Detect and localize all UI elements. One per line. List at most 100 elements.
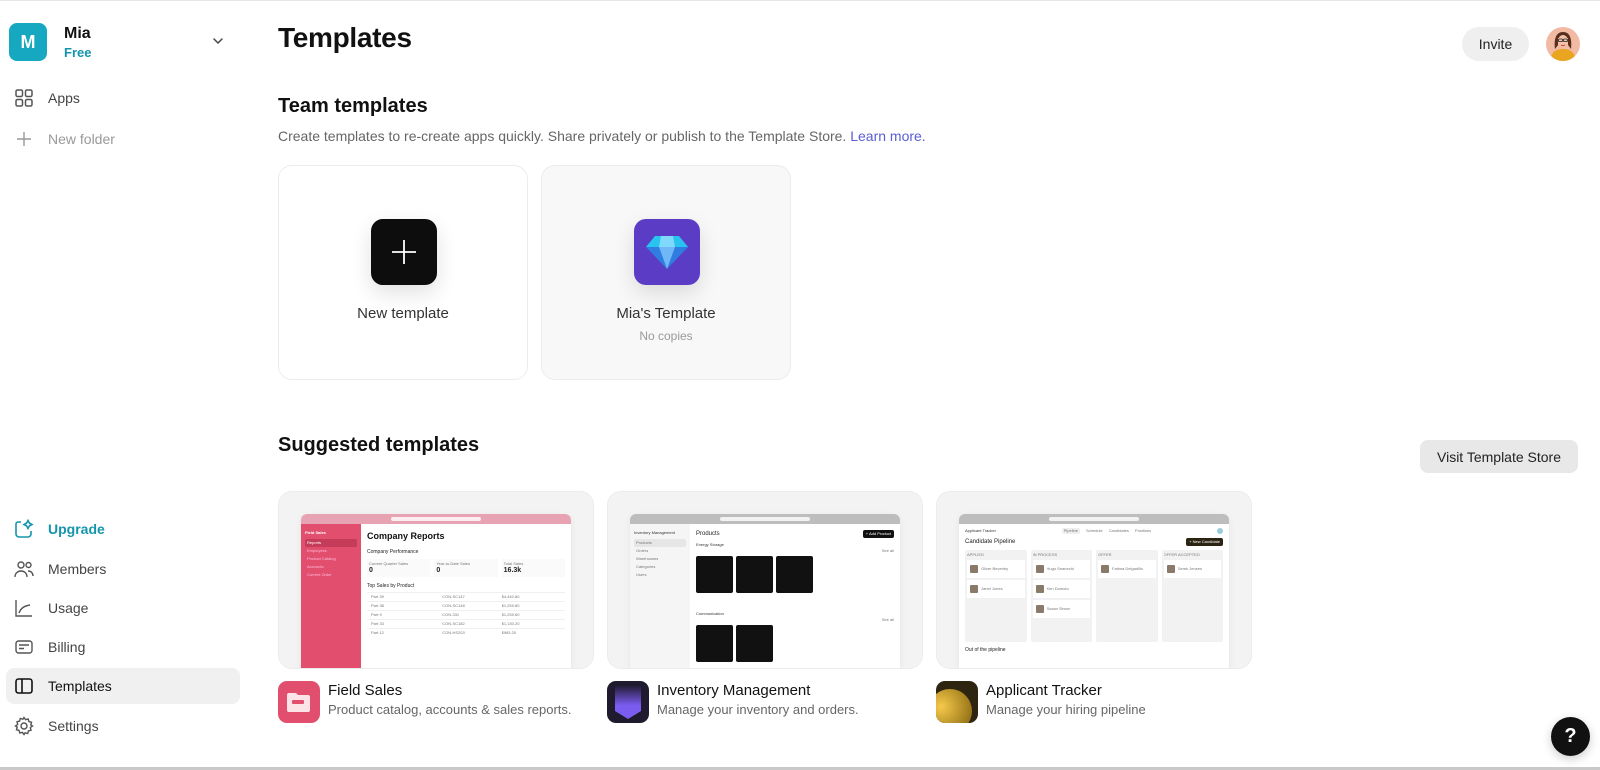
card-label: Mia's Template (616, 305, 716, 322)
preview-table-cell: $1,130.20 (501, 621, 520, 626)
suggested-templates-title: Suggested templates (278, 434, 480, 456)
preview-section: Company Performance (367, 549, 419, 555)
preview-title: Company Reports (367, 531, 445, 541)
suggested-item-field-sales[interactable]: Field Sales Product catalog, accounts & … (278, 681, 572, 723)
sidebar-item-apps[interactable]: Apps (6, 80, 240, 116)
sidebar-item-templates[interactable]: Templates (6, 668, 240, 704)
sidebar-item-label: Upgrade (48, 521, 105, 537)
invite-button[interactable]: Invite (1462, 27, 1529, 61)
preview-tab: Positions (1134, 528, 1152, 533)
sidebar-item-upgrade[interactable]: Upgrade (6, 511, 240, 547)
stat-value: 16.3k (503, 567, 522, 574)
suggested-card-applicant-tracker[interactable]: Applicant Tracker Pipeline Schedule Candid… (936, 491, 1252, 669)
pipeline-column: OFFER Fatima Delgadillo (1096, 550, 1158, 642)
sidebar-item-usage[interactable]: Usage (6, 590, 240, 626)
preview-tab: Candidates (1108, 528, 1129, 533)
candidate-avatar (1035, 605, 1044, 613)
learn-more-link[interactable]: Learn more. (850, 128, 925, 144)
preview-table-title: Top Sales by Product (367, 583, 415, 589)
book-open-icon (14, 676, 34, 696)
preview-nav: Users (636, 572, 647, 577)
sidebar-item-label: Members (48, 561, 107, 577)
preview-table-cell: CON-SC148 (442, 603, 465, 608)
new-template-card[interactable]: New template (278, 165, 528, 380)
pipeline-column-title: OFFER (1098, 552, 1112, 557)
upgrade-sparkle-icon (14, 519, 34, 539)
preview-nav: Warehouses (636, 556, 659, 561)
sidebar-item-billing[interactable]: Billing (6, 629, 240, 665)
team-plan: Free (64, 44, 92, 60)
pipeline-column-title: IN PROCESS (1032, 552, 1058, 557)
candidate-name: Susan Simon (1046, 606, 1071, 611)
user-avatar[interactable] (1546, 27, 1580, 61)
chart-line-icon (14, 598, 34, 618)
candidate-avatar (970, 585, 978, 593)
stat-value: 0 (436, 567, 441, 574)
preview-table-row: Part 33 CON-SC182 $1,130.20 (367, 619, 565, 628)
preview-title: Candidate Pipeline (965, 539, 1016, 545)
candidate-card: Fatima Delgadillo (1098, 560, 1156, 578)
suggested-item-inventory-management[interactable]: Inventory Management Manage your invento… (607, 681, 859, 723)
team-switcher[interactable]: M Mia Free (9, 22, 239, 62)
preview-avatar (1217, 528, 1223, 534)
preview-nav: Product Catalog (307, 556, 336, 561)
preview-see-all: See all (881, 548, 894, 553)
grid-icon (14, 88, 34, 108)
suggested-card-inventory-management[interactable]: Inventory Management Products Orders War… (607, 491, 923, 669)
preview-pipeline: APPLIED Oliver Beverley Janet Jones IN PROC… (965, 550, 1223, 642)
pipeline-column: OFFER ACCEPTED Derek Jensen (1161, 550, 1223, 642)
sidebar-item-label: Usage (48, 600, 89, 616)
help-button[interactable]: ? (1551, 717, 1590, 756)
preview-table-cell: Part 38 (371, 603, 384, 608)
page-title: Templates (278, 22, 412, 53)
template-name: Applicant Tracker (986, 682, 1102, 699)
team-avatar: M (9, 23, 47, 61)
pipeline-column: IN PROCESS Hugo Seanechi Ken Domoto Susan S… (1030, 550, 1092, 642)
sun-icon (936, 681, 978, 723)
suggested-item-applicant-tracker[interactable]: Applicant Tracker Manage your hiring pip… (936, 681, 1146, 723)
candidate-avatar (1035, 585, 1044, 593)
product-image (776, 556, 813, 593)
preview-add-button: + Add Product (862, 530, 894, 538)
preview-table-cell: Part 33 (371, 621, 384, 626)
template-description: Manage your hiring pipeline (986, 702, 1146, 717)
gear-icon (14, 716, 34, 736)
card-copies: No copies (639, 329, 693, 343)
preview-tab: Pipeline (1061, 528, 1080, 534)
candidate-name: Derek Jensen (1177, 566, 1203, 571)
candidate-avatar (1101, 565, 1109, 573)
preview-see-all: See all (881, 617, 894, 622)
members-icon (14, 559, 34, 579)
candidate-card: Hugo Seanechi (1032, 560, 1090, 578)
preview-table-cell: CON-HS203 (442, 630, 465, 635)
preview-add-button: + New Candidate (1186, 538, 1223, 546)
preview-nav: Categories (636, 564, 656, 569)
preview-table-cell: Part 9 (371, 612, 382, 617)
description-text: Create templates to re-create apps quick… (278, 128, 847, 144)
preview-table-row: Part 39 CON-SC147 $4,440.80 (367, 592, 565, 601)
sidebar-item-new-folder[interactable]: New folder (6, 121, 240, 157)
preview-table-row: Part 38 CON-SC148 $1,259.80 (367, 601, 565, 610)
team-templates-description: Create templates to re-create apps quick… (278, 128, 926, 144)
suggested-card-field-sales[interactable]: Field Sales Reports Employees Product Ca… (278, 491, 594, 669)
sidebar-item-settings[interactable]: Settings (6, 708, 240, 744)
product-image (696, 556, 733, 593)
credit-card-icon (14, 637, 34, 657)
pipeline-column: APPLIED Oliver Beverley Janet Jones (965, 550, 1027, 642)
template-name: Inventory Management (657, 682, 811, 699)
preview-table-row: Part 12 CON-HS203 $983.20 (367, 628, 565, 637)
template-preview: Applicant Tracker Pipeline Schedule Candid… (959, 514, 1229, 668)
product-image (696, 625, 733, 662)
product-image (736, 625, 773, 662)
template-card-mias-template[interactable]: Mia's Template No copies (541, 165, 791, 380)
candidate-card: Oliver Beverley (967, 560, 1025, 578)
visit-template-store-button[interactable]: Visit Template Store (1420, 440, 1578, 473)
sidebar: M Mia Free Apps New folder Upgrade Membe… (0, 0, 245, 767)
pipeline-column-title: OFFER ACCEPTED (1163, 552, 1200, 557)
sidebar-item-members[interactable]: Members (6, 551, 240, 587)
preview-nav: Employees (307, 548, 327, 553)
preview-tab: Schedule (1085, 528, 1103, 533)
candidate-name: Oliver Beverley (981, 566, 1009, 571)
sidebar-item-label: Apps (48, 90, 80, 106)
sidebar-item-label: Billing (48, 639, 86, 655)
